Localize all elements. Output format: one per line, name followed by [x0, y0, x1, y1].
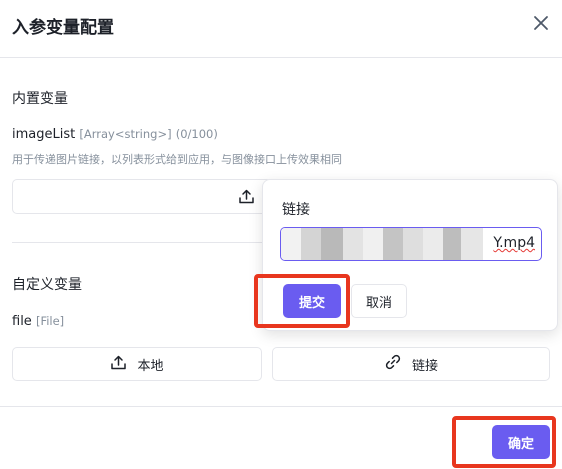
variable-name: imageList — [12, 127, 76, 142]
builtin-variable-row: imageList [Array<string>] (0/100) — [12, 127, 218, 142]
variable-type: [Array<string>] — [79, 127, 172, 141]
link-url-value: Y.mp4 — [493, 235, 535, 251]
link-button-label: 链接 — [411, 358, 438, 374]
link-input-label: 链接 — [282, 202, 310, 218]
link-icon — [384, 353, 412, 375]
variable-type: [File] — [35, 314, 65, 328]
dialog-header: 入参变量配置 — [0, 0, 562, 58]
image-list-upload-area[interactable] — [12, 179, 272, 214]
input-variable-dialog: 入参变量配置 内置变量 imageList [Array<string>] (0… — [0, 0, 562, 469]
upload-icon — [110, 354, 137, 375]
local-upload-button[interactable]: 本地 — [12, 347, 262, 381]
variable-count: (0/100) — [175, 127, 218, 141]
link-upload-button[interactable]: 链接 — [272, 347, 550, 381]
link-url-input[interactable]: Y.mp4 — [280, 227, 542, 261]
redacted-text — [281, 228, 301, 260]
builtin-section-title: 内置变量 — [12, 91, 68, 107]
submit-highlight-box — [254, 274, 350, 328]
local-button-label: 本地 — [137, 358, 164, 374]
custom-variable-row: file [File] — [12, 314, 64, 329]
cancel-button[interactable]: 取消 — [351, 284, 407, 318]
upload-icon — [238, 188, 255, 209]
dialog-title: 入参变量配置 — [12, 18, 114, 38]
variable-name: file — [12, 314, 32, 329]
confirm-highlight-box — [452, 416, 556, 468]
close-icon[interactable] — [530, 12, 552, 34]
footer-divider — [0, 406, 562, 407]
custom-section-title: 自定义变量 — [12, 277, 82, 293]
variable-description: 用于传递图片链接，以列表形式给到应用，与图像接口上传效果相同 — [12, 153, 342, 166]
